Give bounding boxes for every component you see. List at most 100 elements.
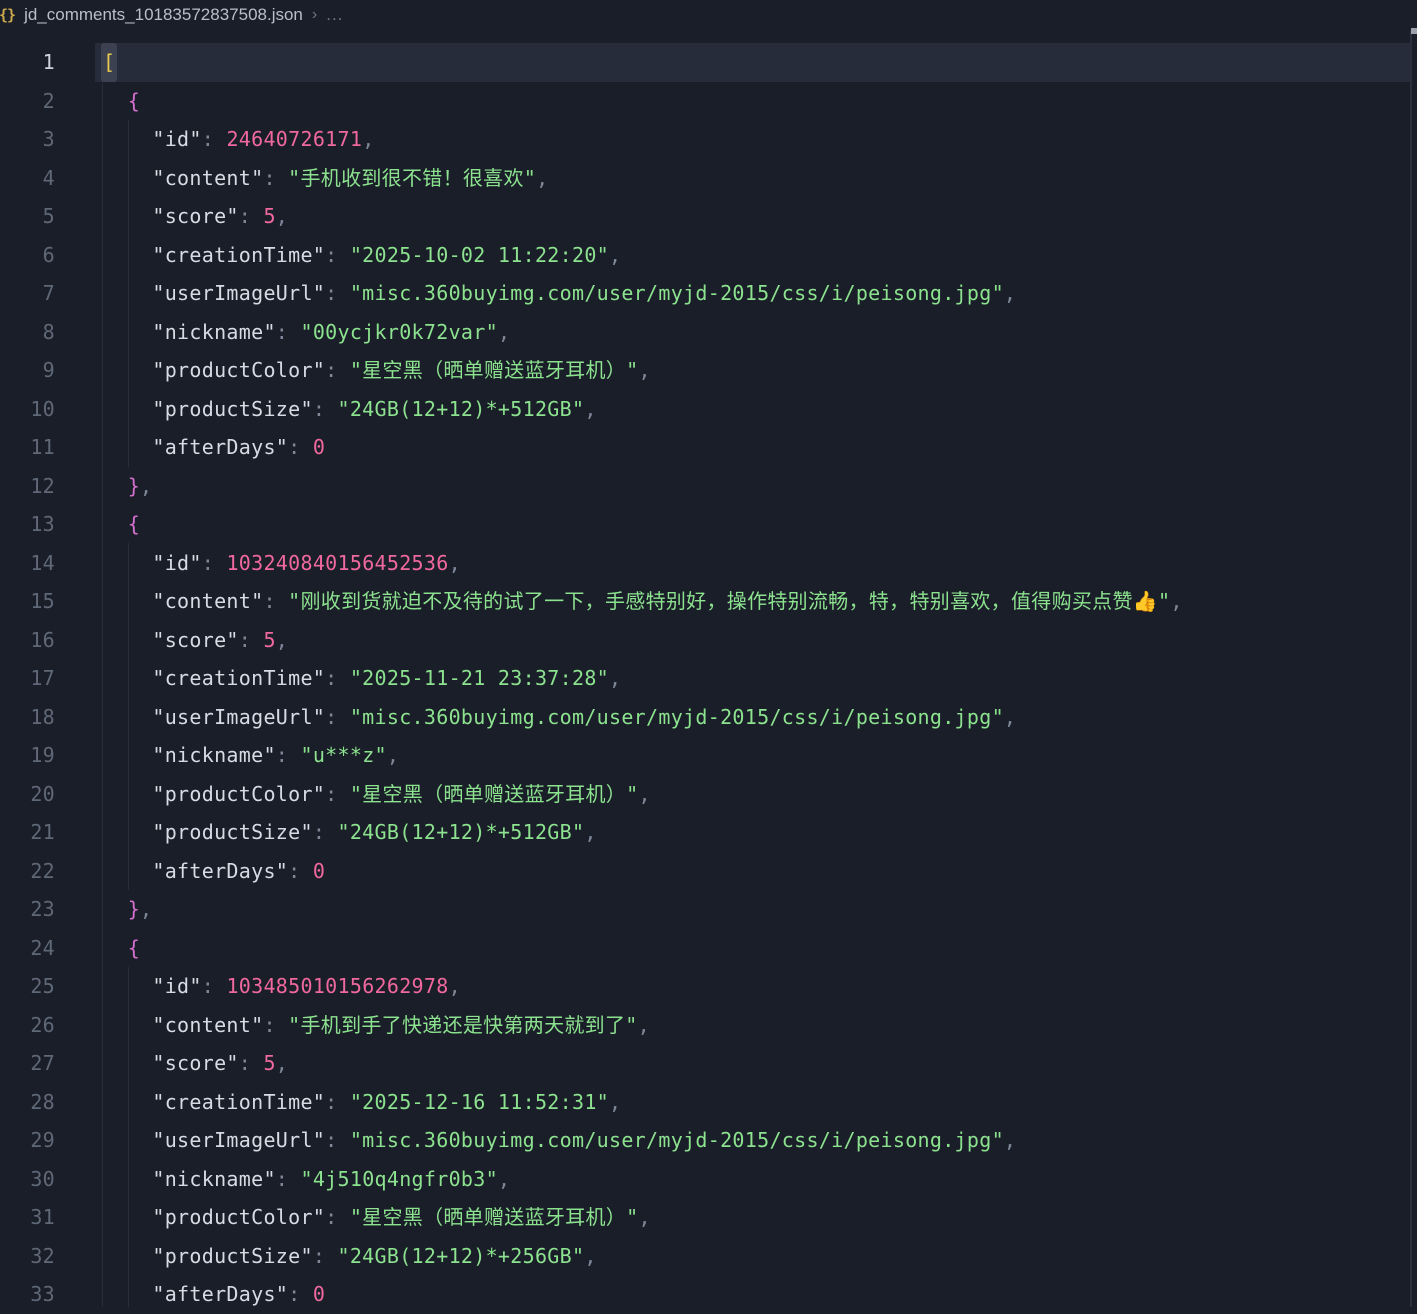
code-line[interactable]: 18 "userImageUrl": "misc.360buyimg.com/u… bbox=[0, 698, 1417, 737]
code-token: , bbox=[140, 473, 153, 498]
breadcrumb-filename[interactable]: jd_comments_10183572837508.json bbox=[24, 5, 303, 25]
code-token: "content" bbox=[152, 589, 264, 613]
code-token: "nickname" bbox=[152, 319, 276, 344]
code-line[interactable]: 30 "nickname": "4j510q4ngfr0b3", bbox=[0, 1160, 1417, 1199]
code-line[interactable]: 17 "creationTime": "2025-11-21 23:37:28"… bbox=[0, 659, 1417, 698]
line-number: 11 bbox=[30, 435, 55, 459]
code-line[interactable]: 29 "userImageUrl": "misc.360buyimg.com/u… bbox=[0, 1121, 1417, 1160]
code-token: : bbox=[325, 1205, 350, 1229]
code-token: , bbox=[609, 242, 622, 267]
code-token: , bbox=[584, 820, 597, 844]
code-line-content: "content": "手机到手了快递还是快第两天就到了", bbox=[55, 1006, 650, 1045]
code-token: , bbox=[448, 550, 461, 575]
code-token: , bbox=[609, 1089, 622, 1114]
code-token: : bbox=[288, 1282, 313, 1306]
code-line[interactable]: 33 "afterDays": 0 bbox=[0, 1275, 1417, 1314]
code-line-content: "productSize": "24GB(12+12)*+256GB", bbox=[55, 1237, 597, 1276]
code-line[interactable]: 21 "productSize": "24GB(12+12)*+512GB", bbox=[0, 813, 1417, 852]
code-line[interactable]: 9 "productColor": "星空黑（晒单赠送蓝牙耳机）", bbox=[0, 351, 1417, 390]
code-token: 103240840156452536 bbox=[226, 550, 449, 575]
breadcrumb[interactable]: {} jd_comments_10183572837508.json › ... bbox=[0, 0, 1417, 30]
code-line-content: { bbox=[55, 505, 140, 544]
code-line[interactable]: 6 "creationTime": "2025-10-02 11:22:20", bbox=[0, 236, 1417, 275]
code-token: : bbox=[238, 1051, 264, 1075]
code-line[interactable]: 10 "productSize": "24GB(12+12)*+512GB", bbox=[0, 390, 1417, 429]
code-line[interactable]: 8 "nickname": "00ycjkr0k72var", bbox=[0, 313, 1417, 352]
code-line[interactable]: 27 "score": 5, bbox=[0, 1044, 1417, 1083]
code-line[interactable]: 28 "creationTime": "2025-12-16 11:52:31"… bbox=[0, 1083, 1417, 1122]
code-token: , bbox=[584, 1243, 597, 1268]
code-line[interactable]: 1[ bbox=[0, 43, 1417, 82]
code-token: 0 bbox=[312, 435, 326, 459]
code-line[interactable]: 25 "id": 103485010156262978, bbox=[0, 967, 1417, 1006]
code-token: "手机收到很不错！很喜欢" bbox=[288, 165, 537, 190]
code-line-content: "score": 5, bbox=[55, 1044, 288, 1083]
code-token: "misc.360buyimg.com/user/myjd-2015/css/i… bbox=[349, 281, 1004, 305]
code-token: , bbox=[448, 974, 461, 998]
code-token: , bbox=[637, 1012, 650, 1037]
code-token: : bbox=[275, 319, 301, 344]
code-line[interactable]: 2 { bbox=[0, 82, 1417, 121]
code-token: , bbox=[584, 396, 597, 421]
code-token: "星空黑（晒单赠送蓝牙耳机）" bbox=[349, 781, 639, 806]
breadcrumb-ellipsis[interactable]: ... bbox=[326, 5, 343, 25]
code-line[interactable]: 26 "content": "手机到手了快递还是快第两天就到了", bbox=[0, 1006, 1417, 1045]
line-number: 6 bbox=[42, 242, 55, 267]
code-line[interactable]: 15 "content": "刚收到货就迫不及待的试了一下，手感特别好，操作特别… bbox=[0, 582, 1417, 621]
code-line-content: "productSize": "24GB(12+12)*+512GB", bbox=[55, 390, 597, 429]
code-line[interactable]: 23 }, bbox=[0, 890, 1417, 929]
code-line[interactable]: 19 "nickname": "u***z", bbox=[0, 736, 1417, 775]
code-token: : bbox=[201, 974, 227, 998]
code-token: , bbox=[609, 666, 622, 690]
code-editor[interactable]: 1[2 {3 "id": 24640726171, 4 "content": "手… bbox=[0, 43, 1417, 1314]
code-line[interactable]: 4 "content": "手机收到很不错！很喜欢", bbox=[0, 159, 1417, 198]
line-number: 20 bbox=[30, 781, 55, 806]
code-line[interactable]: 5 "score": 5, bbox=[0, 197, 1417, 236]
code-token: "2025-12-16 11:52:31" bbox=[349, 1089, 610, 1114]
line-number: 33 bbox=[30, 1282, 55, 1306]
code-line[interactable]: 14 "id": 103240840156452536, bbox=[0, 544, 1417, 583]
code-token: : bbox=[325, 242, 350, 267]
line-number: 22 bbox=[30, 858, 55, 883]
code-token: "24GB(12+12)*+256GB" bbox=[337, 1243, 585, 1268]
code-line[interactable]: 7 "userImageUrl": "misc.360buyimg.com/us… bbox=[0, 274, 1417, 313]
code-line[interactable]: 24 { bbox=[0, 929, 1417, 968]
code-token: 0 bbox=[312, 1282, 326, 1306]
line-number: 18 bbox=[30, 704, 55, 729]
code-line[interactable]: 32 "productSize": "24GB(12+12)*+256GB", bbox=[0, 1237, 1417, 1276]
code-line-content: "creationTime": "2025-11-21 23:37:28", bbox=[55, 659, 621, 698]
code-token: "4j510q4ngfr0b3" bbox=[300, 1166, 498, 1191]
code-token: : bbox=[288, 858, 313, 883]
code-line[interactable]: 20 "productColor": "星空黑（晒单赠送蓝牙耳机）", bbox=[0, 775, 1417, 814]
code-line[interactable]: 13 { bbox=[0, 505, 1417, 544]
editor-window: {} jd_comments_10183572837508.json › ...… bbox=[0, 0, 1417, 1307]
code-line[interactable]: 31 "productColor": "星空黑（晒单赠送蓝牙耳机）", bbox=[0, 1198, 1417, 1237]
code-line[interactable]: 22 "afterDays": 0 bbox=[0, 852, 1417, 891]
code-token: "score" bbox=[152, 1051, 239, 1075]
scrollbar-thumb[interactable] bbox=[1411, 28, 1417, 34]
chevron-right-icon: › bbox=[311, 6, 318, 23]
line-number: 17 bbox=[30, 666, 55, 690]
code-line[interactable]: 3 "id": 24640726171, bbox=[0, 120, 1417, 159]
line-number: 12 bbox=[30, 473, 55, 498]
code-line[interactable]: 12 }, bbox=[0, 467, 1417, 506]
code-token: : bbox=[325, 1128, 350, 1152]
code-token: : bbox=[275, 743, 301, 767]
code-line[interactable]: 16 "score": 5, bbox=[0, 621, 1417, 660]
json-file-icon: {} bbox=[0, 6, 16, 24]
code-line-content: "afterDays": 0 bbox=[55, 852, 325, 891]
code-line[interactable]: 11 "afterDays": 0 bbox=[0, 428, 1417, 467]
